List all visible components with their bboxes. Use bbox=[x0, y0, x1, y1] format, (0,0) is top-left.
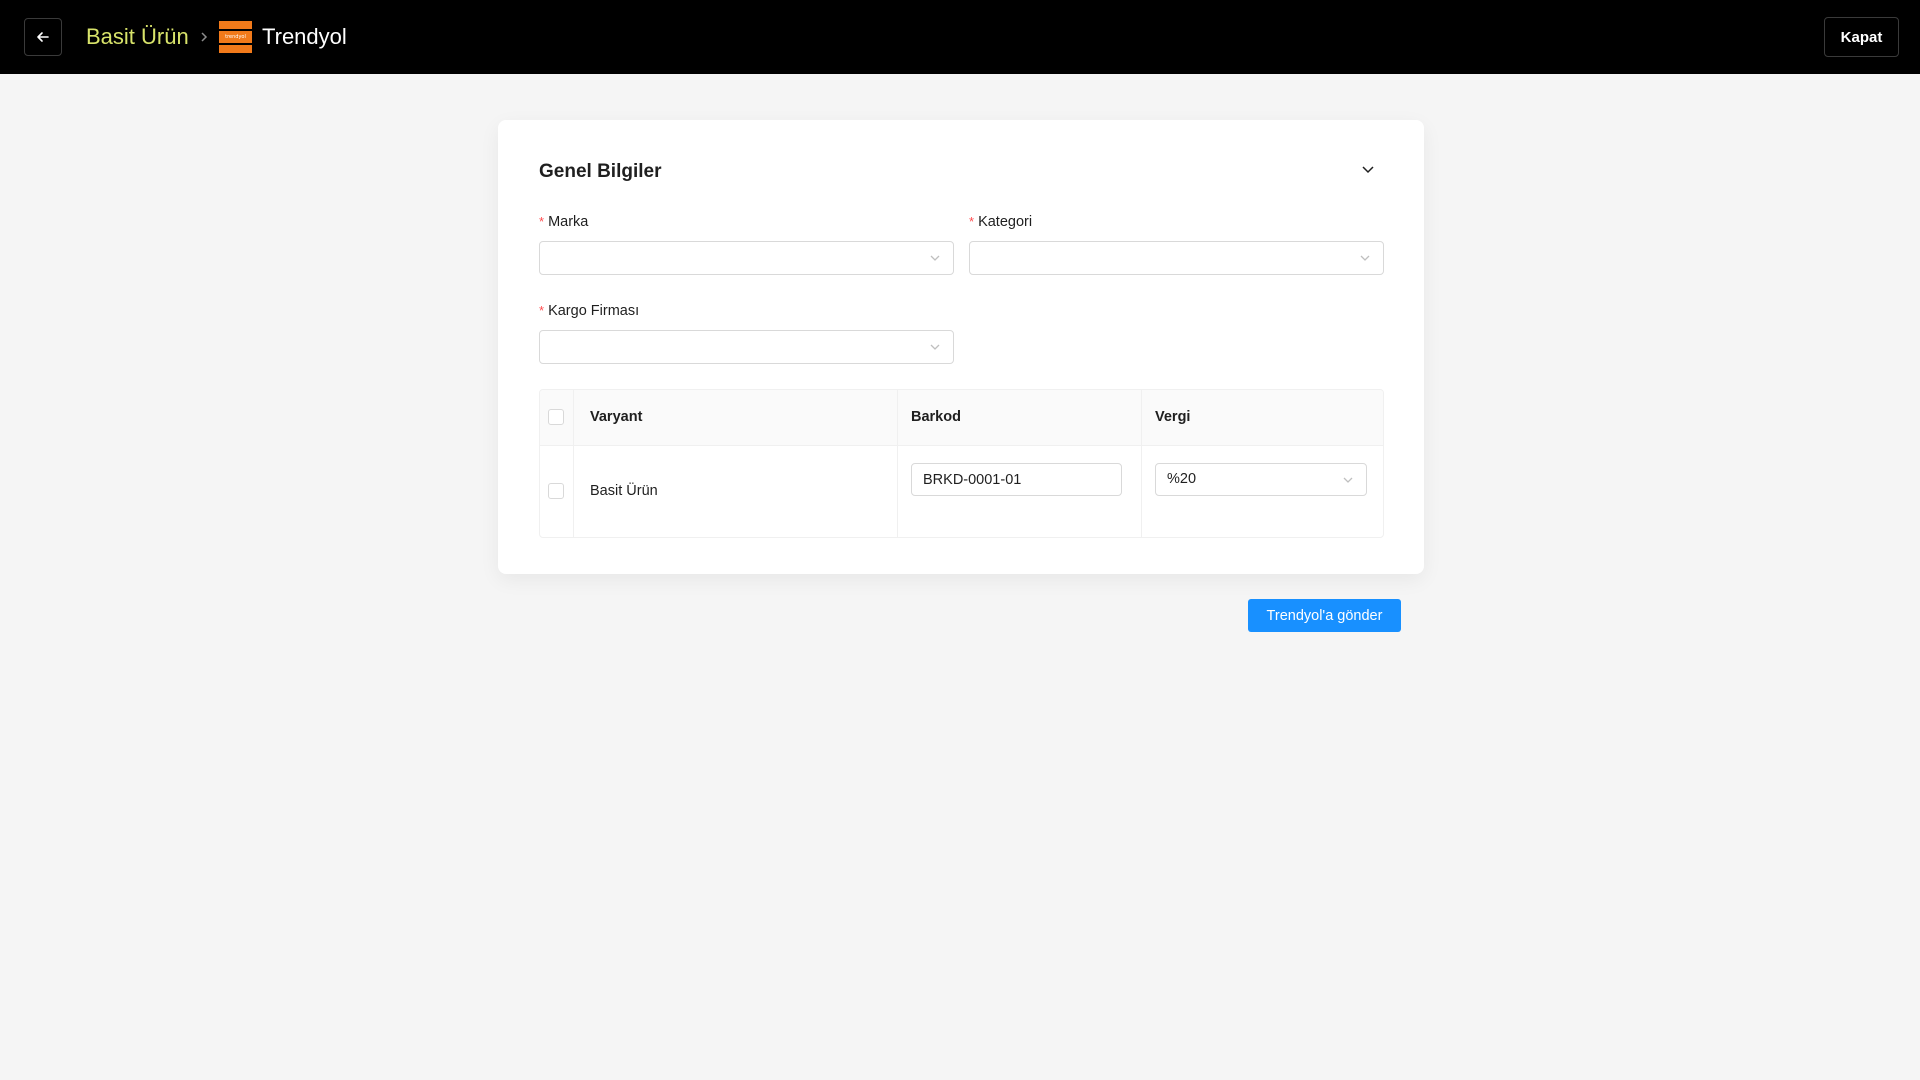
select-all-checkbox[interactable] bbox=[548, 409, 564, 425]
general-info-card: Genel Bilgiler * Marka * Kategori * Kargo F… bbox=[498, 120, 1424, 574]
cargo-select[interactable] bbox=[539, 330, 954, 364]
trendyol-logo: trendyol bbox=[219, 21, 252, 53]
table-header bbox=[540, 390, 1383, 446]
cargo-label: * Kargo Firması bbox=[539, 303, 640, 319]
chevron-down-icon bbox=[1360, 255, 1370, 261]
brand-label: * Marka bbox=[539, 214, 589, 230]
chevron-down-icon bbox=[930, 344, 940, 350]
column-header-barcode: Barkod bbox=[911, 409, 961, 425]
chevron-right-icon bbox=[197, 26, 211, 48]
back-button[interactable] bbox=[24, 18, 62, 56]
column-header-tax: Vergi bbox=[1155, 409, 1191, 425]
send-to-trendyol-button[interactable]: Trendyol'a gönder bbox=[1248, 599, 1401, 632]
chevron-down-icon[interactable] bbox=[1360, 161, 1376, 177]
category-label: * Kategori bbox=[969, 214, 1033, 230]
chevron-down-icon bbox=[930, 255, 940, 261]
breadcrumb-store: Trendyol bbox=[262, 24, 347, 49]
barcode-input[interactable] bbox=[911, 463, 1122, 496]
brand-select[interactable] bbox=[539, 241, 954, 275]
chevron-down-icon bbox=[1343, 477, 1353, 483]
trendyol-logo-text: trendyol bbox=[225, 34, 246, 40]
row-checkbox[interactable] bbox=[548, 483, 564, 499]
variant-name: Basit Ürün bbox=[590, 483, 658, 499]
close-button[interactable]: Kapat bbox=[1824, 17, 1899, 57]
top-bar: Basit Ürün trendyol Trendyol Kapat bbox=[0, 0, 1920, 74]
tax-value: %20 bbox=[1167, 471, 1197, 487]
section-title: Genel Bilgiler bbox=[539, 161, 662, 182]
tax-select[interactable]: %20 bbox=[1155, 463, 1367, 496]
variants-table: Varyant Barkod Vergi Basit Ürün %20 bbox=[539, 389, 1384, 538]
arrow-left-icon bbox=[37, 32, 49, 42]
column-header-variant: Varyant bbox=[590, 409, 643, 425]
category-select[interactable] bbox=[969, 241, 1384, 275]
breadcrumb-product[interactable]: Basit Ürün bbox=[86, 23, 189, 51]
